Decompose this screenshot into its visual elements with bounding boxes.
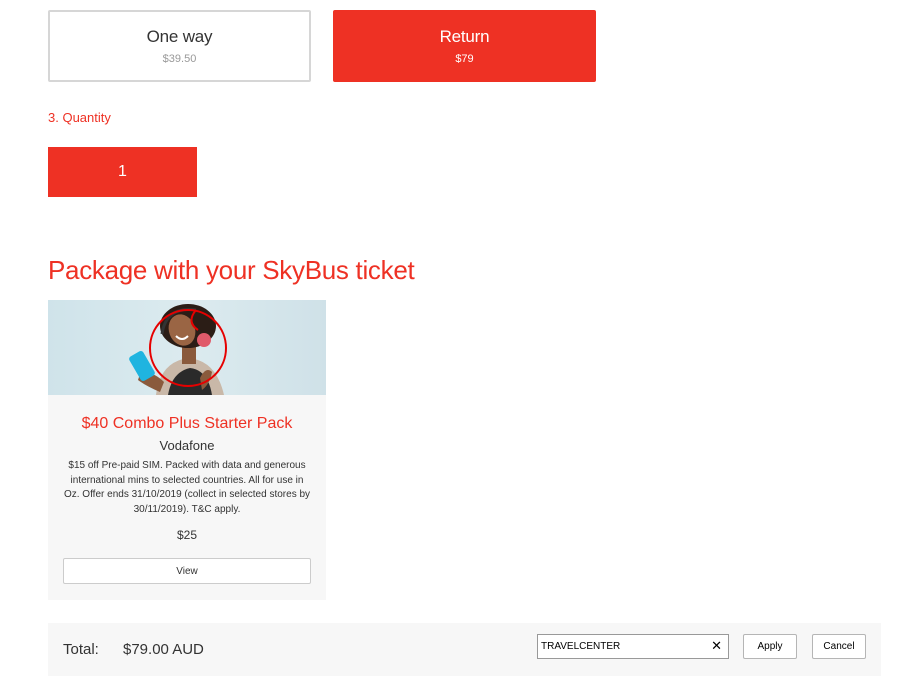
fare-option-one-way[interactable]: One way $39.50 <box>48 10 311 82</box>
package-section-title: Package with your SkyBus ticket <box>48 255 415 285</box>
apply-button[interactable]: Apply <box>743 634 797 659</box>
total-label: Total: <box>63 641 99 658</box>
cancel-button[interactable]: Cancel <box>812 634 866 659</box>
close-icon[interactable]: ✕ <box>711 639 722 653</box>
fare-price: $79 <box>455 53 474 65</box>
package-description: $15 off Pre-paid SIM. Packed with data a… <box>63 460 311 515</box>
package-vendor: Vodafone <box>159 438 215 453</box>
promo-code-input[interactable] <box>538 635 703 658</box>
promo-code-field[interactable]: ✕ <box>537 634 729 659</box>
fare-price: $39.50 <box>162 53 197 65</box>
page: One way $39.50 Return $79 3. Quantity 1 … <box>0 0 919 686</box>
package-card: $40 Combo Plus Starter Pack Vodafone $15… <box>48 300 326 600</box>
package-price: $25 <box>176 528 198 542</box>
vodafone-promo-image <box>48 300 326 395</box>
fare-label: One way <box>146 27 213 46</box>
vodafone-promo-photo <box>129 304 227 395</box>
package-title: $40 Combo Plus Starter Pack <box>81 415 293 432</box>
quantity-label: 3. Quantity <box>48 110 111 125</box>
fare-option-return[interactable]: Return $79 <box>333 10 596 82</box>
view-package-button[interactable]: View <box>63 558 311 584</box>
quantity-selector[interactable]: 1 <box>48 147 197 197</box>
fare-label: Return <box>439 27 490 46</box>
total-value: $79.00 AUD <box>123 641 204 658</box>
total-bar: Total: $79.00 AUD ✕ Apply Cancel <box>48 623 881 676</box>
